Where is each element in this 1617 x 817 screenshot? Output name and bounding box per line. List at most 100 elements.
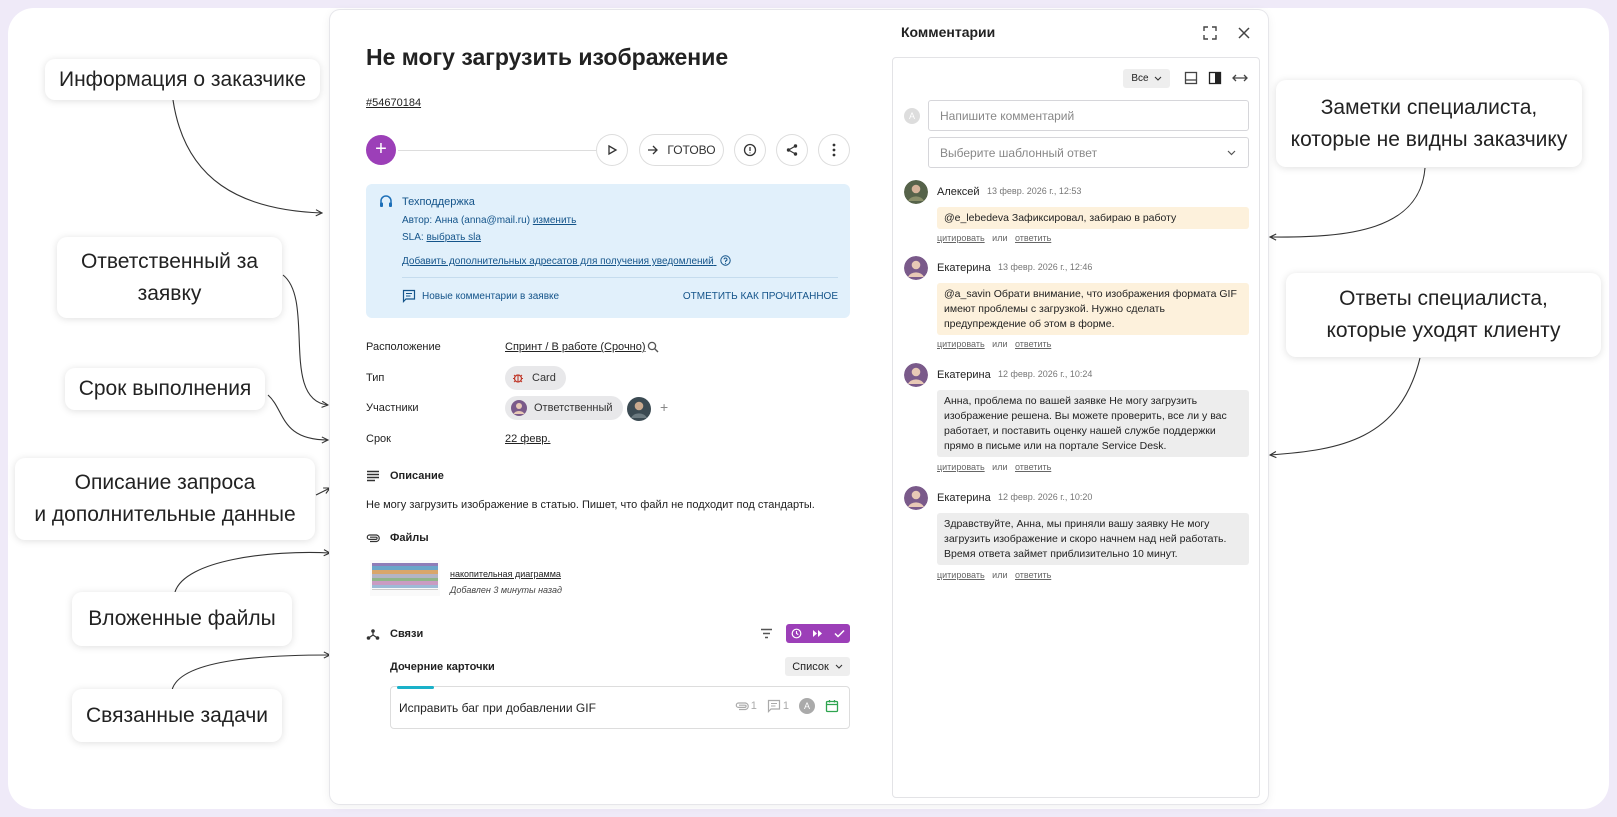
- files-heading-label: Файлы: [390, 532, 429, 544]
- or-label: или: [992, 233, 1008, 243]
- responsible-label: Ответственный: [534, 402, 613, 414]
- child-card-title: Исправить баг при добавлении GIF: [399, 701, 596, 715]
- chevron-down-icon: [1227, 150, 1236, 156]
- child-cards-label: Дочерние карточки: [390, 661, 495, 673]
- child-attachments: 1: [735, 700, 757, 712]
- reply-link[interactable]: ответить: [1015, 462, 1051, 472]
- child-cards-label-text: Дочерние карточки: [390, 661, 495, 673]
- comment-actions: цитировать или ответить: [937, 462, 1051, 472]
- search-icon[interactable]: [647, 341, 659, 353]
- quote-link[interactable]: цитировать: [937, 233, 985, 243]
- fullscreen-icon[interactable]: [1203, 26, 1217, 40]
- filter-icon[interactable]: [760, 628, 773, 639]
- chevron-down-icon: [1154, 76, 1161, 81]
- arrow-right-icon: [648, 145, 659, 155]
- links-heading-label: Связи: [390, 628, 424, 640]
- reply-link[interactable]: ответить: [1015, 570, 1051, 580]
- child-attachments-count: 1: [750, 700, 757, 712]
- child-assignee-avatar: A: [799, 698, 815, 714]
- attachment-icon: [366, 534, 380, 543]
- location-label: Расположение: [366, 341, 441, 353]
- or-label: или: [992, 570, 1008, 580]
- type-chip[interactable]: Card: [505, 366, 566, 390]
- mark-read-button[interactable]: ОТМЕТИТЬ КАК ПРОЧИТАННОЕ: [683, 291, 838, 302]
- responsible-chip[interactable]: Ответственный: [505, 396, 623, 420]
- comment-author: Екатерина: [937, 369, 991, 381]
- expand-horizontal-icon[interactable]: [1232, 72, 1248, 84]
- alert-icon: [743, 143, 757, 157]
- avatar: [511, 400, 527, 416]
- or-label: или: [992, 339, 1008, 349]
- add-participant-button[interactable]: +: [660, 399, 668, 415]
- callout-due-date: Срок выполнения: [65, 368, 265, 410]
- comment-author: Екатерина: [937, 492, 991, 504]
- type-value: Card: [532, 372, 556, 384]
- block-button[interactable]: [735, 135, 765, 165]
- chevron-down-icon: [835, 664, 843, 669]
- comment-actions: цитировать или ответить: [937, 233, 1051, 243]
- comment-note-bubble: @e_lebedeva Зафиксировал, забираю в рабо…: [937, 207, 1249, 229]
- comment-input[interactable]: Напишите комментарий: [928, 100, 1249, 131]
- comment-date: 12 февр. 2026 г., 10:20: [998, 492, 1093, 502]
- callout-attachments: Вложенные файлы: [72, 592, 292, 646]
- comment-date: 13 февр. 2026 г., 12:53: [987, 186, 1082, 196]
- quote-link[interactable]: цитировать: [937, 339, 985, 349]
- share-button[interactable]: [777, 135, 807, 165]
- close-icon[interactable]: [1237, 26, 1251, 40]
- participant-avatar[interactable]: [627, 397, 651, 421]
- comments-filter-select[interactable]: Все: [1123, 69, 1170, 88]
- description-text: Не могу загрузить изображение в статью. …: [366, 499, 815, 511]
- file-thumbnail[interactable]: [370, 560, 440, 596]
- avatar: [904, 363, 928, 387]
- file-name-link[interactable]: накопительная диаграмма: [450, 569, 561, 579]
- ticket-id[interactable]: #54670184: [366, 97, 421, 109]
- files-heading: Файлы: [366, 532, 429, 544]
- calendar-icon[interactable]: [825, 699, 839, 713]
- list-view-select[interactable]: Список: [785, 657, 850, 676]
- callout-customer-info: Информация о заказчике: [45, 59, 320, 100]
- file-added-time: Добавлен 3 минуты назад: [450, 585, 562, 595]
- comment-note-bubble: @a_savin Обрати внимание, что изображени…: [937, 283, 1249, 335]
- current-user-avatar: A: [904, 108, 920, 124]
- play-icon: [608, 144, 618, 156]
- more-button[interactable]: [819, 135, 849, 165]
- due-label: Срок: [366, 433, 391, 445]
- comment-icon: [767, 699, 780, 713]
- share-icon: [786, 144, 798, 156]
- fast-forward-icon: [813, 630, 823, 637]
- location-link[interactable]: Спринт / В работе (Срочно): [505, 341, 646, 353]
- child-comments: 1: [767, 699, 789, 713]
- more-vertical-icon: [832, 143, 836, 157]
- reply-link[interactable]: ответить: [1015, 339, 1051, 349]
- comment-actions: цитировать или ответить: [937, 339, 1051, 349]
- add-addresses-link[interactable]: Добавить дополнительных адресатов для по…: [402, 255, 731, 267]
- child-card-meta: 1 1 A: [735, 698, 839, 714]
- bug-icon: [513, 374, 523, 383]
- play-button[interactable]: [597, 135, 627, 165]
- avatar: [904, 256, 928, 280]
- type-label: Тип: [366, 372, 385, 384]
- comment-date: 13 февр. 2026 г., 12:46: [998, 262, 1093, 272]
- comment-actions: цитировать или ответить: [937, 570, 1051, 580]
- template-reply-placeholder: Выберите шаблонный ответ: [940, 146, 1098, 160]
- layout-bottom-icon[interactable]: [1184, 71, 1198, 85]
- author-change-link[interactable]: изменить: [533, 215, 577, 226]
- child-card[interactable]: Исправить баг при добавлении GIF 1 1 A: [390, 686, 850, 729]
- quote-link[interactable]: цитировать: [937, 462, 985, 472]
- or-label: или: [992, 462, 1008, 472]
- due-date-link[interactable]: 22 февр.: [505, 433, 550, 445]
- layout-side-icon[interactable]: [1208, 71, 1222, 85]
- text-icon: [367, 470, 379, 482]
- template-reply-select[interactable]: Выберите шаблонный ответ: [928, 137, 1249, 168]
- quote-link[interactable]: цитировать: [937, 570, 985, 580]
- add-button[interactable]: +: [366, 135, 396, 165]
- avatar: [904, 486, 928, 510]
- done-button[interactable]: ГОТОВО: [640, 135, 723, 165]
- sla-select-link[interactable]: выбрать sla: [426, 232, 480, 243]
- headset-icon: [380, 195, 392, 207]
- child-comments-count: 1: [782, 700, 789, 712]
- status-filter-toggle[interactable]: [786, 624, 850, 643]
- comment-author: Алексей: [937, 186, 980, 198]
- clock-icon: [791, 628, 802, 639]
- reply-link[interactable]: ответить: [1015, 233, 1051, 243]
